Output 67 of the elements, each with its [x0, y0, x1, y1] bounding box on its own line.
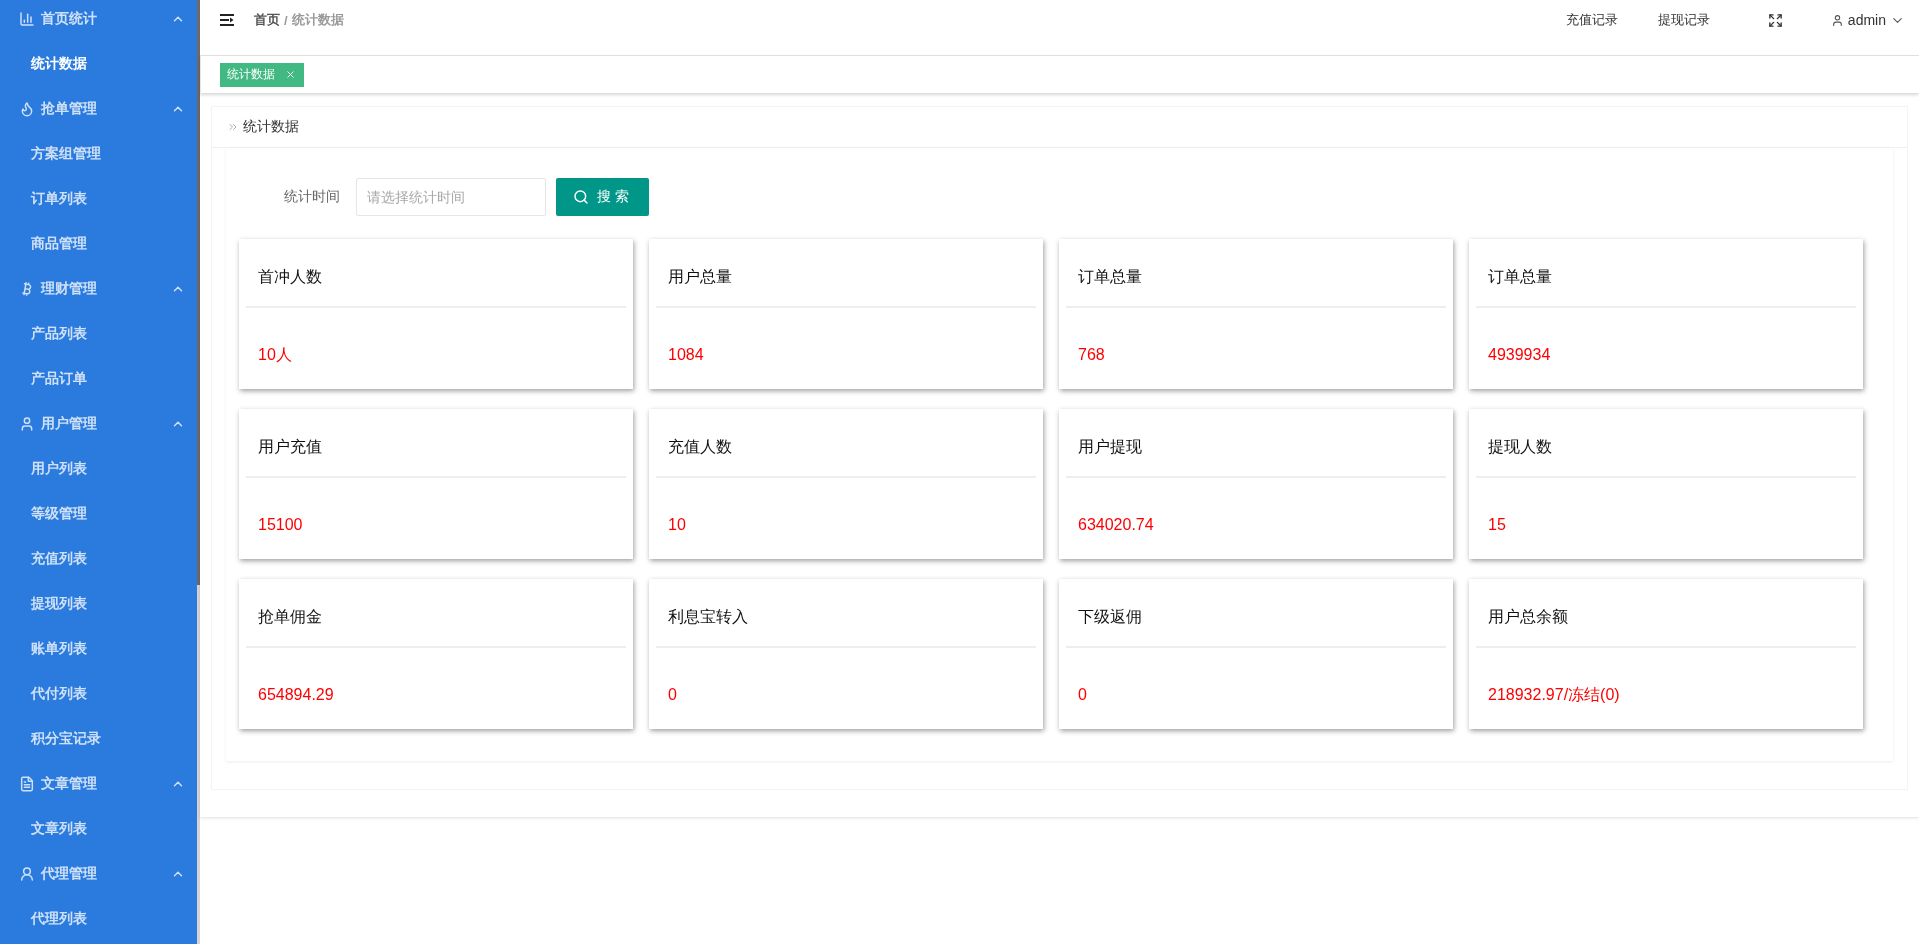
header-link[interactable]: 提现记录 [1637, 11, 1730, 29]
stat-value: 218932.97/冻结(0) [1488, 684, 1620, 705]
menu-item[interactable]: 充值列表 [0, 536, 197, 581]
menu-item[interactable]: 代付列表 [0, 671, 197, 716]
stat-value: 4939934 [1488, 346, 1551, 364]
chevrons-right-icon [227, 121, 239, 133]
stat-value: 654894.29 [258, 686, 334, 704]
menu-group[interactable]: 代理管理 [0, 851, 197, 896]
stat-value: 634020.74 [1078, 516, 1154, 534]
stat-value: 0 [1078, 686, 1087, 704]
fullscreen-icon[interactable] [1767, 12, 1783, 28]
stat-title: 抢单佣金 [258, 607, 322, 627]
document-icon [19, 775, 35, 792]
menu-item[interactable]: 方案组管理 [0, 131, 197, 176]
flame-icon [19, 100, 35, 117]
menu-group[interactable]: 抢单管理 [0, 86, 197, 131]
user-icon [19, 415, 35, 432]
stat-title: 下级返佣 [1078, 607, 1142, 627]
stat-title: 订单总量 [1078, 267, 1142, 287]
stat-value: 15 [1488, 516, 1506, 534]
stat-title: 充值人数 [668, 437, 732, 457]
stat-title: 利息宝转入 [668, 607, 748, 627]
search-icon [572, 189, 589, 205]
menu-item[interactable]: 产品列表 [0, 311, 197, 356]
breadcrumb-link[interactable]: 首页 [254, 11, 280, 29]
menu-item[interactable]: 积分宝记录 [0, 716, 197, 761]
user-icon [1830, 13, 1844, 27]
stat-title: 用户总量 [668, 267, 732, 287]
stat-title: 用户提现 [1078, 437, 1142, 457]
menu-item[interactable]: 订单列表 [0, 176, 197, 221]
menu-group[interactable]: 理财管理 [0, 266, 197, 311]
menu-group[interactable]: 文章管理 [0, 761, 197, 806]
stat-value: 10人 [258, 344, 292, 365]
header-link[interactable]: 充值记录 [1545, 11, 1638, 29]
menu-group[interactable]: 首页统计 [0, 0, 197, 41]
scrollbar-thumb[interactable] [197, 0, 200, 586]
stat-value: 1084 [668, 346, 704, 364]
menu-item[interactable]: 代理列表 [0, 896, 197, 941]
date-input[interactable]: 请选择统计时间 [356, 178, 546, 216]
stat-title: 订单总量 [1488, 267, 1552, 287]
stat-title: 用户总余额 [1488, 607, 1568, 627]
search-button[interactable]: 搜索 [556, 178, 649, 216]
stat-title: 首冲人数 [258, 267, 322, 287]
tab[interactable]: 统计数据 [220, 62, 304, 87]
user-menu[interactable]: admin [1830, 12, 1905, 28]
stat-title: 提现人数 [1488, 437, 1552, 457]
breadcrumb-current: 统计数据 [291, 11, 344, 29]
stat-value: 15100 [258, 516, 303, 534]
menu-item[interactable]: 商品管理 [0, 221, 197, 266]
bar-chart-icon [19, 10, 35, 27]
menu-item[interactable]: 产品订单 [0, 356, 197, 401]
search-label: 统计时间 [283, 188, 340, 206]
menu-item[interactable]: 账单列表 [0, 626, 197, 671]
breadcrumb-separator: / [284, 12, 288, 28]
menu-group[interactable]: 用户管理 [0, 401, 197, 446]
menu-item[interactable]: 用户列表 [0, 446, 197, 491]
stat-value: 768 [1078, 346, 1105, 364]
panel-title: 统计数据 [243, 118, 299, 136]
menu-item[interactable]: 文章列表 [0, 806, 197, 851]
stat-value: 10 [668, 516, 686, 534]
menu-item[interactable]: 统计数据 [0, 41, 197, 86]
user-icon [19, 865, 35, 882]
menu-icon[interactable] [220, 14, 234, 26]
menu-item[interactable]: 提现列表 [0, 581, 197, 626]
stat-title: 用户充值 [258, 437, 322, 457]
stat-value: 0 [668, 686, 677, 704]
menu-item[interactable]: 等级管理 [0, 491, 197, 536]
